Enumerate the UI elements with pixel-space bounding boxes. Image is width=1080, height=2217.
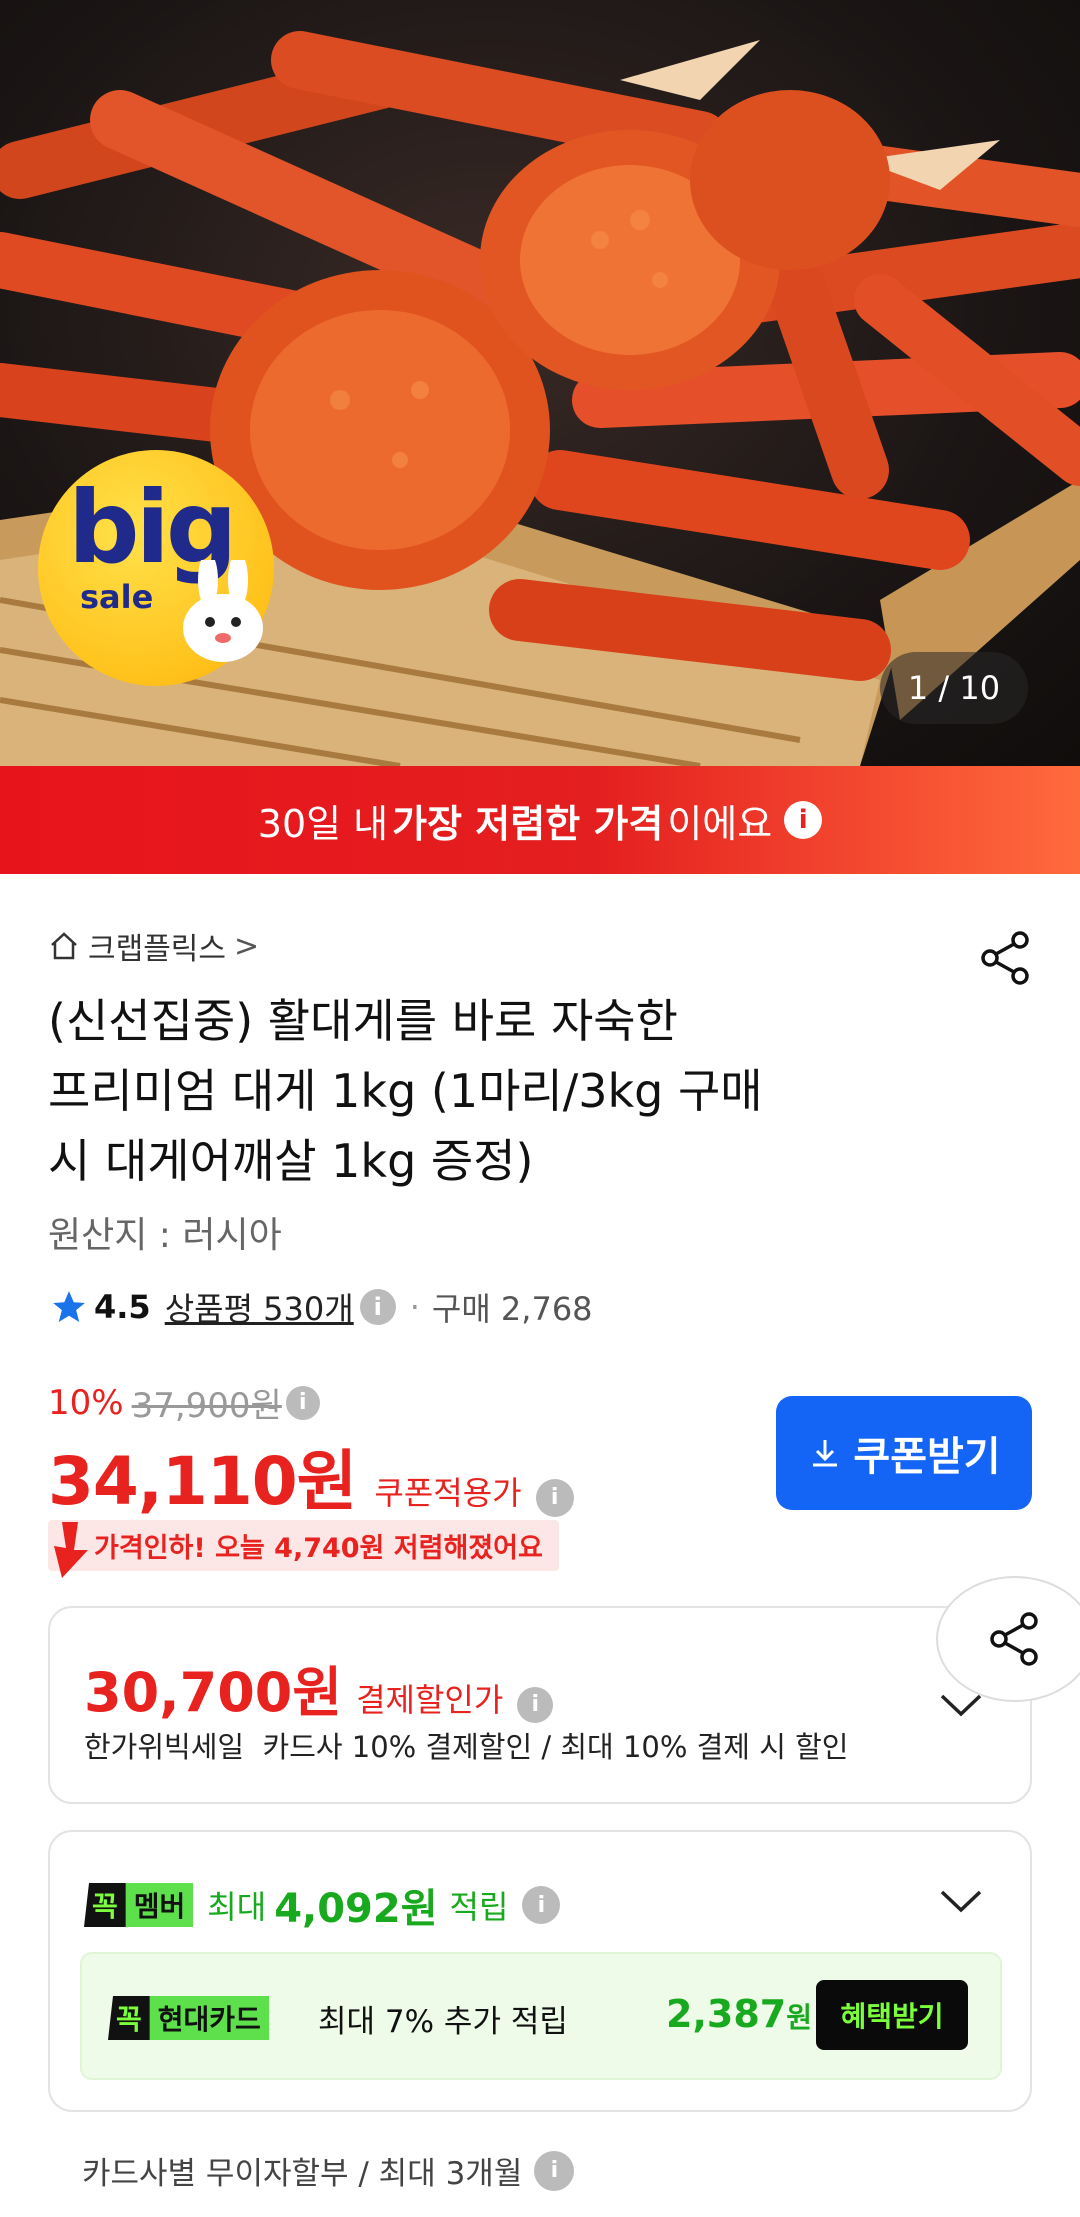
separator-dot: ·: [409, 1288, 420, 1326]
payment-price: 30,700원: [84, 1661, 343, 1724]
banner-text-bold: 가장 저렴한 가격: [392, 801, 664, 846]
banner-text-pre: 30일 내: [257, 801, 389, 846]
installment-info: 카드사별 무이자할부 / 최대 3개월 i: [82, 2148, 575, 2193]
tag-kkok: 꼭: [108, 1996, 150, 2040]
card-benefit-amount: 2,387원: [666, 1992, 812, 2036]
info-icon[interactable]: i: [535, 1478, 574, 1517]
share-icon[interactable]: [978, 930, 1034, 986]
reward-amount: 4,092원: [274, 1886, 438, 1932]
kkok-member-tag: 꼭 멤버: [84, 1883, 194, 1927]
payment-discount-card[interactable]: 30,700원 결제할인가 i 한가위빅세일 카드사 10% 결제할인 / 최대…: [48, 1606, 1032, 1804]
info-icon[interactable]: i: [359, 1289, 396, 1325]
price-drop-text: 가격인하! 오늘 4,740원 저렴해졌어요: [48, 1519, 559, 1571]
tag-hyundai: 현대카드: [149, 1996, 269, 2040]
banner-text-post: 이에요: [667, 801, 773, 846]
chevron-right-icon: >: [234, 928, 260, 964]
info-icon[interactable]: i: [522, 1886, 561, 1924]
card-benefit-number: 2,387: [666, 1992, 787, 2036]
coupon-price: 34,110원: [48, 1443, 357, 1520]
price-drop-arrow-icon: [54, 1522, 88, 1578]
rating-score: 4.5: [94, 1288, 151, 1326]
tag-member: 멤버: [125, 1883, 194, 1927]
store-link[interactable]: 크랩플릭스 >: [48, 924, 259, 968]
badge-sale-text: sale: [80, 578, 154, 616]
coupon-download-button[interactable]: 쿠폰받기: [776, 1396, 1032, 1510]
info-icon[interactable]: i: [517, 1686, 554, 1723]
star-icon: [53, 1291, 85, 1323]
payment-desc: 한가위빅세일 카드사 10% 결제할인 / 최대 10% 결제 시 할인: [84, 1730, 849, 1764]
download-icon: [813, 1440, 838, 1467]
reward-prefix: 최대: [207, 1888, 267, 1926]
get-benefit-button[interactable]: 혜택받기: [816, 1980, 968, 2050]
product-title: (신선집중) 활대게를 바로 자숙한 프리미엄 대게 1kg (1마리/3kg …: [48, 986, 948, 1196]
kkok-hyundai-tag: 꼭 현대카드: [108, 1996, 269, 2040]
membership-reward-card[interactable]: 꼭 멤버 최대 4,092원 적립 i 꼭 현대카드 최대 7% 추가 적립 2…: [48, 1830, 1032, 2112]
product-title-line: 시 대게어깨살 1kg 증정): [48, 1134, 534, 1188]
reward-suffix: 적립: [449, 1888, 509, 1926]
installment-text: 카드사별 무이자할부 / 최대 3개월: [82, 2156, 523, 2192]
origin-text: 원산지 : 러시아: [48, 1215, 282, 1256]
home-icon: [51, 932, 77, 960]
coupon-price-row: 34,110원 쿠폰적용가 i: [48, 1428, 574, 1524]
product-title-line: (신선집중) 활대게를 바로 자숙한: [48, 994, 678, 1048]
big-sale-badge: big sale: [38, 450, 274, 686]
hyundai-card-benefit: 꼭 현대카드 최대 7% 추가 적립 2,387원 혜택받기: [80, 1952, 1002, 2080]
purchase-count: 구매 2,768: [431, 1290, 593, 1328]
product-image-carousel[interactable]: big sale 1 / 10: [0, 0, 1080, 766]
info-icon[interactable]: i: [285, 1385, 320, 1420]
discount-percent: 10%: [48, 1382, 124, 1423]
discount-row: 10% 37,900원 i: [48, 1378, 320, 1427]
info-icon[interactable]: i: [784, 801, 823, 839]
coupon-price-label: 쿠폰적용가: [374, 1474, 522, 1512]
lowest-price-banner: 30일 내 가장 저렴한 가격 이에요 i: [0, 766, 1080, 874]
original-price: 37,900원: [131, 1386, 282, 1426]
info-icon[interactable]: i: [534, 2150, 575, 2191]
price-drop-notice: 가격인하! 오늘 4,740원 저렴해졌어요: [48, 1519, 559, 1578]
tag-kkok: 꼭: [84, 1883, 126, 1927]
coupon-button-label: 쿠폰받기: [853, 1434, 1001, 1480]
rating-row: 4.5 상품평 530개 i · 구매 2,768: [50, 1284, 593, 1330]
card-benefit-text: 최대 7% 추가 적립: [318, 2004, 568, 2040]
floating-share-button[interactable]: [936, 1576, 1080, 1702]
store-name: 크랩플릭스: [88, 932, 226, 967]
bunny-mascot-icon: [183, 560, 263, 662]
card-benefit-unit: 원: [786, 2001, 812, 2034]
payment-price-label: 결제할인가: [356, 1681, 504, 1719]
chevron-down-icon[interactable]: [938, 1886, 984, 1916]
share-icon: [990, 1612, 1038, 1666]
product-title-line: 프리미엄 대게 1kg (1마리/3kg 구매: [48, 1064, 763, 1118]
review-link[interactable]: 상품평 530개: [165, 1284, 354, 1330]
image-counter: 1 / 10: [880, 652, 1028, 724]
